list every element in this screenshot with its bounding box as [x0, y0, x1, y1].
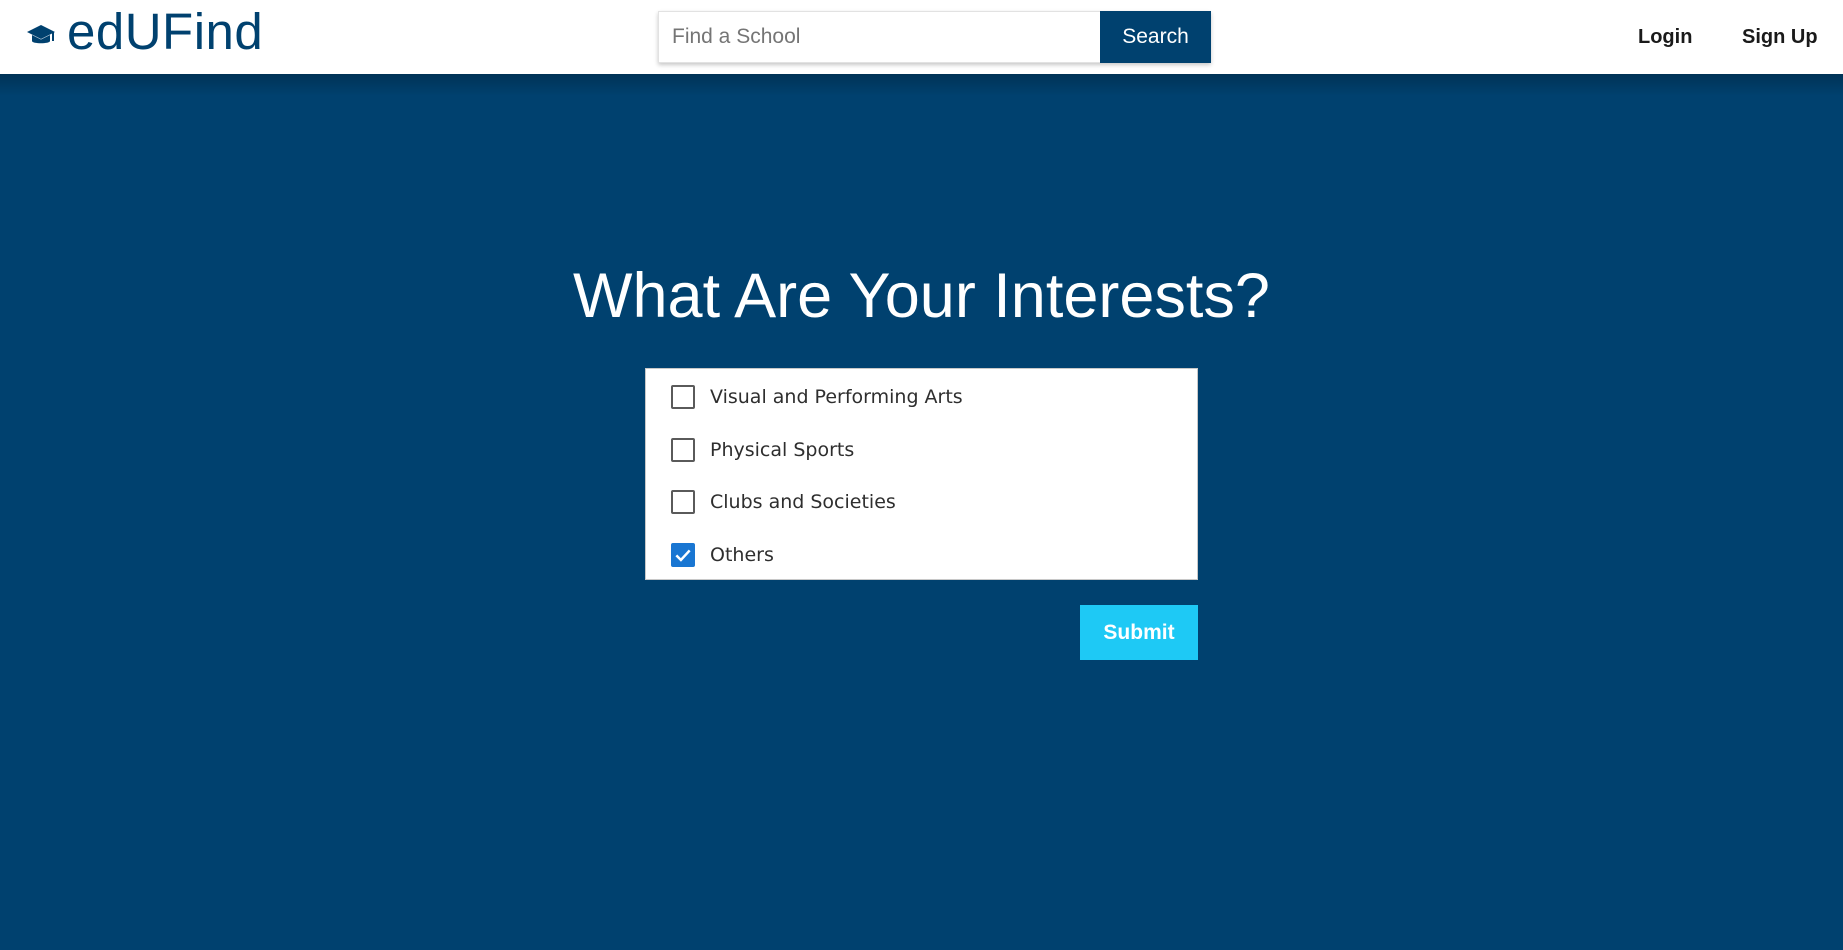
navbar-shadow: [0, 74, 1843, 96]
top-navbar: edUFind Search Login Sign Up: [0, 0, 1843, 74]
interest-label: Others: [710, 543, 774, 566]
checkbox[interactable]: [671, 542, 695, 567]
submit-button[interactable]: Submit: [1080, 605, 1198, 660]
login-link[interactable]: Login: [1638, 22, 1692, 52]
interests-checklist: Visual and Performing Arts Physical Spor…: [645, 368, 1198, 580]
brand-logo-link[interactable]: edUFind: [26, 2, 263, 62]
interest-option-visual-performing-arts[interactable]: Visual and Performing Arts: [646, 371, 1197, 424]
search-button[interactable]: Search: [1100, 11, 1211, 63]
checkbox[interactable]: [671, 490, 695, 515]
interest-label: Clubs and Societies: [710, 491, 896, 514]
brand-name: edUFind: [67, 3, 264, 60]
page-title: What Are Your Interests?: [573, 261, 1270, 331]
graduation-cap-icon: [26, 23, 56, 49]
checkbox[interactable]: [671, 385, 695, 410]
interest-label: Visual and Performing Arts: [710, 386, 963, 409]
interest-label: Physical Sports: [710, 438, 855, 461]
checkbox[interactable]: [671, 437, 695, 462]
interest-option-physical-sports[interactable]: Physical Sports: [646, 424, 1197, 477]
sign-up-link[interactable]: Sign Up: [1742, 22, 1818, 52]
interest-option-clubs-societies[interactable]: Clubs and Societies: [646, 476, 1197, 529]
checkmark-icon: [675, 549, 691, 562]
school-search-input[interactable]: [658, 11, 1100, 63]
school-search-bar: Search: [658, 11, 1211, 63]
interest-option-others[interactable]: Others: [646, 529, 1197, 582]
